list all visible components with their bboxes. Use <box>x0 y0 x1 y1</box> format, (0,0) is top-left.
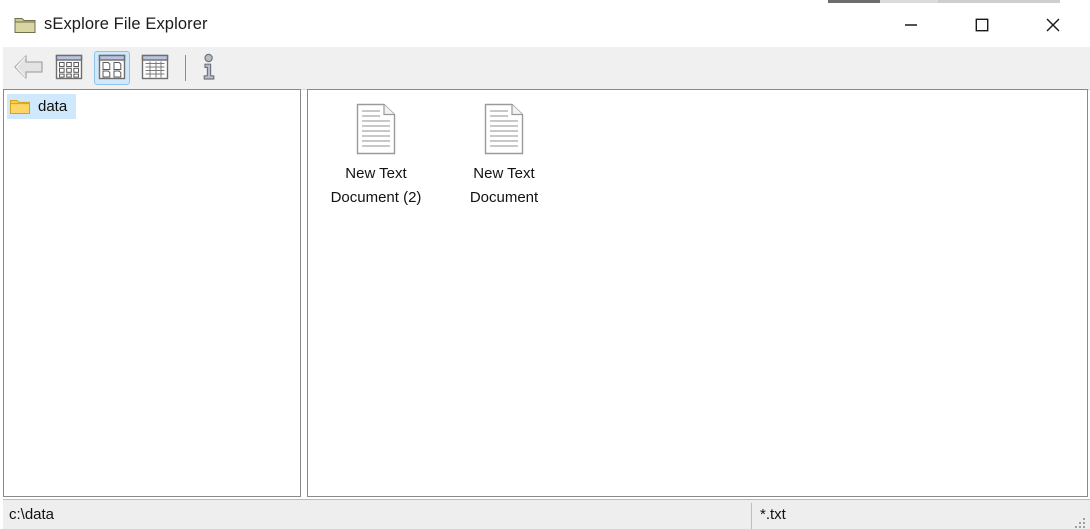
toolbar <box>3 47 1090 90</box>
minimize-button[interactable] <box>888 3 934 47</box>
text-document-icon <box>481 102 527 156</box>
minimize-icon <box>904 18 918 32</box>
file-list-pane[interactable]: New Text Document (2) New Text Document <box>307 89 1088 497</box>
view-small-icons-button[interactable] <box>51 51 87 85</box>
view-large-icons-button[interactable] <box>94 51 130 85</box>
resize-grip-icon[interactable] <box>1074 517 1087 529</box>
maximize-button[interactable] <box>959 3 1005 47</box>
folder-icon <box>14 16 36 34</box>
status-filter: *.txt <box>760 506 786 523</box>
folder-tree-pane[interactable]: data <box>3 89 301 497</box>
back-button[interactable] <box>9 51 49 85</box>
view-details-button[interactable] <box>137 51 173 85</box>
status-path: c:\data <box>9 506 55 523</box>
small-icons-view-icon <box>55 54 83 83</box>
back-arrow-icon <box>13 54 45 83</box>
toolbar-separator <box>185 55 186 81</box>
file-label: New Text Document <box>469 165 539 206</box>
file-explorer-window: sExplore File Explorer data New Text Doc… <box>0 3 1090 529</box>
folder-icon <box>10 99 30 115</box>
info-icon <box>198 53 220 84</box>
details-view-icon <box>141 54 169 83</box>
title-bar[interactable]: sExplore File Explorer <box>0 3 1090 47</box>
close-button[interactable] <box>1030 3 1076 47</box>
status-bar-divider <box>751 503 752 529</box>
info-button[interactable] <box>193 51 225 85</box>
tree-item-label: data <box>38 98 68 115</box>
close-icon <box>1045 17 1061 33</box>
file-label: New Text Document (2) <box>330 165 422 206</box>
file-item[interactable]: New Text Document (2) <box>312 98 440 216</box>
file-grid: New Text Document (2) New Text Document <box>308 90 1087 496</box>
tree-item-data[interactable]: data <box>7 94 77 119</box>
text-document-icon <box>353 102 399 156</box>
large-icons-view-icon <box>98 54 126 83</box>
maximize-icon <box>975 18 989 32</box>
status-bar: c:\data *.txt <box>3 499 1090 529</box>
file-item[interactable]: New Text Document <box>440 98 568 216</box>
window-title: sExplore File Explorer <box>44 15 208 33</box>
